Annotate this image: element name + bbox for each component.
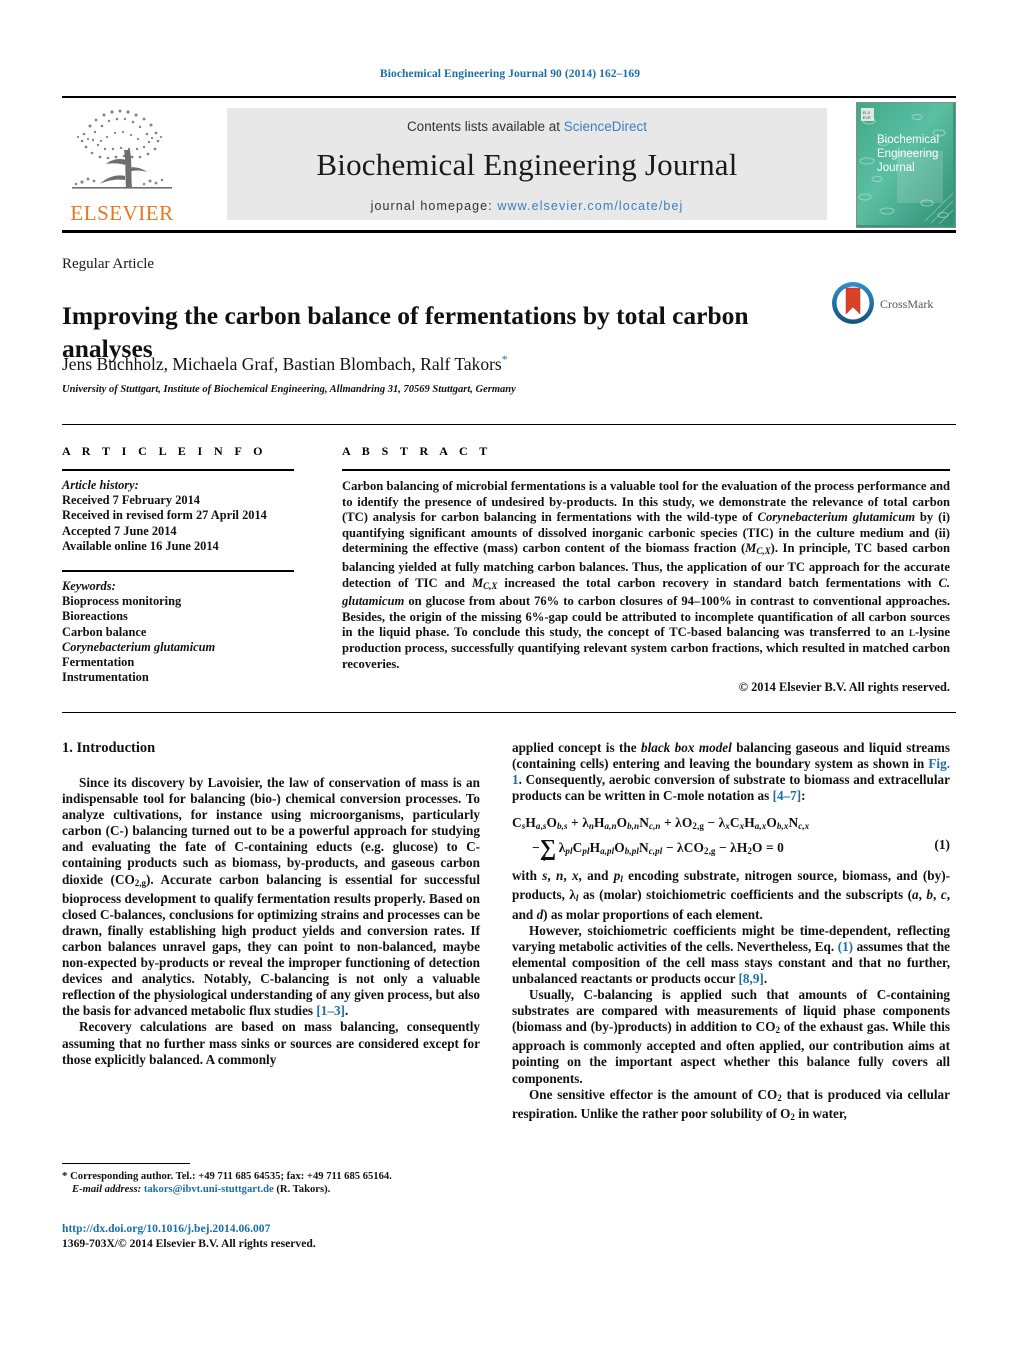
svg-text:EVR: EVR — [863, 115, 871, 120]
article-info-section: A R T I C L E I N F O Article history: R… — [62, 444, 314, 685]
keyword-item: Bioreactions — [62, 609, 128, 624]
contents-prefix: Contents lists available at — [406, 119, 564, 134]
paragraph: Usually, C-balancing is applied such tha… — [512, 987, 950, 1086]
abstract-heading: A B S T R A C T — [342, 444, 492, 458]
paragraph: However, stoichiometric coefficients mig… — [512, 922, 951, 986]
email-link[interactable]: takors@ibvt.uni-stuttgart.de — [144, 1184, 274, 1195]
journal-cover-image: ELS EVR Biochemical Engineering Journal — [857, 103, 953, 225]
corresponding-author-text: Corresponding author. Tel.: +49 711 685 … — [70, 1171, 392, 1182]
crossmark-icon — [832, 282, 874, 324]
body-column-left: 1. Introduction Since its discovery by L… — [62, 740, 480, 1068]
figure-link[interactable]: Fig. 1 — [512, 756, 950, 787]
article-type-label: Regular Article — [62, 256, 155, 272]
keyword-item: Corynebacterium glutamicum — [62, 639, 216, 654]
keywords-label: Keywords: — [62, 579, 116, 594]
svg-text:Biochemical: Biochemical — [877, 134, 939, 146]
affiliation: University of Stuttgart, Institute of Bi… — [62, 384, 516, 395]
homepage-prefix: journal homepage: — [370, 199, 498, 213]
paragraph: applied concept is the black box model b… — [512, 740, 950, 804]
equation-line-1: CsHa,sOb,s + λnHa,nOb,nNc,n + λO2,g − λx… — [512, 815, 810, 832]
author-list: Jens Buchholz, Michaela Graf, Bastian Bl… — [62, 352, 832, 375]
citation-link[interactable]: [8,9] — [739, 971, 764, 986]
paragraph: Recovery calculations are based on mass … — [62, 1019, 480, 1067]
doi-link[interactable]: http://dx.doi.org/10.1016/j.bej.2014.06.… — [62, 1222, 270, 1235]
elsevier-wordmark: ELSEVIER — [70, 201, 174, 225]
info-band-top-rule — [62, 424, 956, 425]
paragraph: One sensitive effector is the amount of … — [512, 1086, 950, 1122]
info-divider-1 — [62, 469, 294, 471]
equation-link[interactable]: (1) — [838, 939, 853, 954]
history-item: Received 7 February 2014 — [62, 493, 200, 508]
section-heading-introduction: 1. Introduction — [62, 740, 156, 756]
keyword-item: Instrumentation — [62, 670, 149, 685]
equation-line-2: −∑lλplCplHa,plOb,plNc,pl − λCO2,g − λH2O… — [532, 835, 784, 864]
abstract-text: Carbon balancing of microbial fermentati… — [342, 479, 951, 671]
keyword-item: Fermentation — [62, 655, 135, 670]
email-suffix: (R. Takors). — [276, 1184, 331, 1196]
keyword-item: Bioprocess monitoring — [62, 594, 182, 609]
footer-doi-block: http://dx.doi.org/10.1016/j.bej.2014.06.… — [62, 1222, 492, 1251]
issn-copyright-line: 1369-703X/© 2014 Elsevier B.V. All right… — [62, 1236, 316, 1250]
crossmark-badge[interactable]: CrossMark — [830, 280, 958, 330]
info-divider-2 — [62, 570, 294, 573]
journal-cover-thumbnail: ELS EVR Biochemical Engineering Journal — [856, 102, 956, 228]
journal-homepage-link[interactable]: www.elsevier.com/locate/bej — [497, 199, 683, 213]
citation-link[interactable]: [1–3] — [316, 1003, 345, 1018]
elsevier-tree-icon — [72, 109, 172, 189]
history-item: Received in revised form 27 April 2014 — [62, 508, 267, 523]
paragraph: with s, n, x, and pl encoding substrate,… — [512, 868, 951, 922]
abstract-copyright: © 2014 Elsevier B.V. All rights reserved… — [738, 680, 950, 695]
crossmark-label: CrossMark — [880, 297, 934, 311]
article-info-heading: A R T I C L E I N F O — [62, 444, 267, 458]
equation-1: CsHa,sOb,s + λnHa,nOb,nNc,n + λO2,g − λx… — [512, 815, 950, 864]
article-history-label: Article history: — [62, 478, 139, 492]
journal-title: Biochemical Engineering Journal — [316, 147, 738, 182]
history-item: Accepted 7 June 2014 — [62, 523, 177, 538]
abstract-section: A B S T R A C T Carbon balancing of micr… — [342, 444, 950, 695]
journal-article-page: Biochemical Engineering Journal 90 (2014… — [0, 0, 1020, 1351]
running-head: Biochemical Engineering Journal 90 (2014… — [379, 68, 641, 80]
history-item: Available online 16 June 2014 — [62, 538, 219, 553]
contents-line: Contents lists available at ScienceDirec… — [227, 119, 827, 134]
corresponding-author-marker: * — [501, 352, 508, 366]
journal-homepage-line: journal homepage: www.elsevier.com/locat… — [227, 199, 827, 213]
sciencedirect-link[interactable]: ScienceDirect — [564, 119, 647, 134]
author-names: Jens Buchholz, Michaela Graf, Bastian Bl… — [62, 353, 502, 374]
email-label: E-mail address: — [72, 1184, 142, 1196]
svg-text:Engineering: Engineering — [877, 148, 938, 160]
keyword-item: Carbon balance — [62, 624, 147, 639]
keywords-list: Keywords: Bioprocess monitoring Bioreact… — [62, 579, 314, 685]
info-band-bottom-rule — [62, 712, 956, 713]
footnote-corresponding-author: * Corresponding author. Tel.: +49 711 68… — [62, 1170, 492, 1197]
journal-masthead: ELSEVIER Contents lists available at Sci… — [62, 96, 956, 233]
elsevier-logo: ELSEVIER — [62, 102, 182, 226]
body-column-right: applied concept is the black box model b… — [512, 740, 950, 1125]
footnote-rule — [62, 1163, 190, 1164]
citation-link[interactable]: [4–7] — [773, 788, 802, 803]
journal-band: Contents lists available at ScienceDirec… — [227, 108, 827, 220]
footnote-marker: * — [62, 1170, 68, 1182]
svg-text:Journal: Journal — [877, 162, 915, 174]
article-history: Article history: Received 7 February 201… — [62, 478, 314, 554]
paragraph: Since its discovery by Lavoisier, the la… — [62, 775, 480, 1019]
abstract-divider — [342, 469, 950, 471]
equation-number: (1) — [934, 837, 950, 853]
